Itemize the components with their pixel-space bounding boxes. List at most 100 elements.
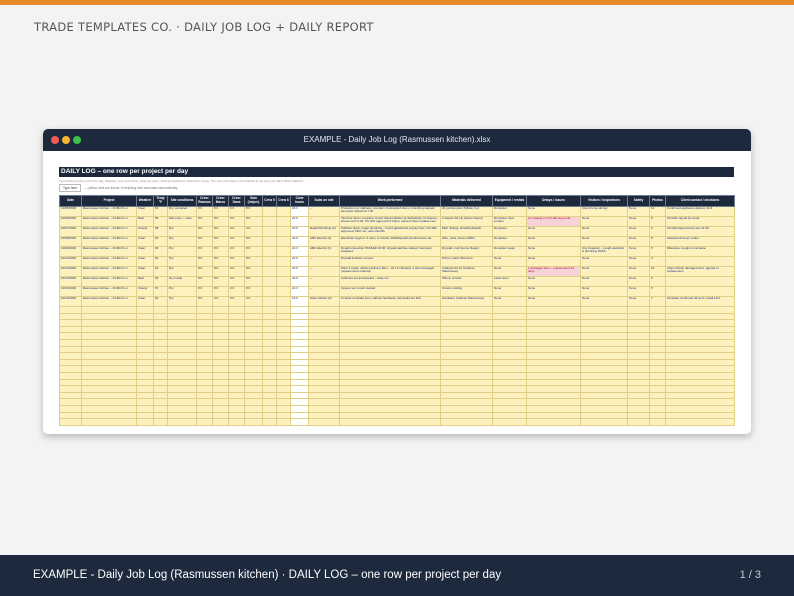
table-cell[interactable] bbox=[276, 398, 291, 406]
table-cell[interactable]: 8.0 bbox=[196, 246, 213, 257]
table-cell[interactable]: 8.0 bbox=[212, 266, 229, 277]
table-cell[interactable] bbox=[665, 332, 735, 340]
table-cell[interactable] bbox=[665, 352, 735, 360]
table-cell[interactable] bbox=[290, 398, 309, 406]
table-cell[interactable] bbox=[262, 266, 277, 277]
table-cell[interactable]: Cloudy bbox=[136, 286, 154, 297]
table-cell[interactable] bbox=[290, 404, 309, 413]
table-cell[interactable]: Rasmussen kitchen – 44 Birch Ln bbox=[81, 286, 137, 297]
table-cell[interactable] bbox=[244, 325, 263, 334]
table-cell[interactable] bbox=[526, 411, 581, 420]
table-cell[interactable] bbox=[212, 404, 229, 413]
table-cell[interactable] bbox=[492, 404, 527, 413]
table-cell[interactable] bbox=[153, 319, 168, 327]
table-cell[interactable]: None bbox=[580, 226, 628, 237]
table-cell[interactable]: 8.0 bbox=[244, 266, 263, 277]
table-cell[interactable] bbox=[665, 286, 735, 297]
table-cell[interactable] bbox=[492, 418, 527, 426]
table-cell[interactable] bbox=[339, 378, 441, 387]
table-cell[interactable]: None bbox=[627, 246, 650, 257]
table-cell[interactable]: 10/09/2026 bbox=[59, 246, 82, 257]
table-cell[interactable] bbox=[167, 365, 197, 373]
table-cell[interactable] bbox=[308, 338, 340, 347]
table-cell[interactable]: 8.0 bbox=[212, 256, 229, 267]
table-cell[interactable]: Clear bbox=[136, 266, 154, 277]
table-cell[interactable]: City inspector – rough electrical & plum… bbox=[580, 246, 628, 257]
table-cell[interactable] bbox=[290, 338, 309, 347]
table-cell[interactable]: Dry bbox=[167, 246, 197, 257]
table-cell[interactable]: 8.0 bbox=[244, 276, 263, 287]
table-cell[interactable] bbox=[440, 385, 493, 393]
table-cell[interactable] bbox=[228, 378, 245, 387]
table-cell[interactable]: ABC Electric (2) bbox=[308, 236, 340, 247]
table-cell[interactable] bbox=[580, 365, 628, 373]
table-cell[interactable]: None bbox=[627, 236, 650, 247]
table-cell[interactable] bbox=[59, 306, 82, 314]
table-cell[interactable] bbox=[665, 312, 735, 321]
table-cell[interactable]: 8.0 bbox=[212, 206, 229, 217]
table-cell[interactable]: 2 sheets 3/4 ply (Home Depot) bbox=[440, 216, 493, 227]
table-cell[interactable] bbox=[580, 358, 628, 367]
table-cell[interactable]: None bbox=[526, 236, 581, 247]
table-cell[interactable] bbox=[196, 398, 213, 406]
table-cell[interactable] bbox=[526, 325, 581, 334]
table-cell[interactable] bbox=[81, 306, 137, 314]
table-cell[interactable]: 64 bbox=[153, 296, 168, 307]
table-cell[interactable] bbox=[167, 319, 197, 327]
table-cell[interactable] bbox=[526, 385, 581, 393]
table-cell[interactable] bbox=[440, 352, 493, 360]
table-cell[interactable] bbox=[627, 391, 650, 400]
table-cell[interactable] bbox=[262, 378, 277, 387]
table-cell[interactable] bbox=[492, 378, 527, 387]
table-cell[interactable]: Stone Works (2) bbox=[308, 296, 340, 307]
table-cell[interactable] bbox=[649, 319, 666, 327]
table-cell[interactable] bbox=[196, 391, 213, 400]
table-cell[interactable] bbox=[492, 365, 527, 373]
table-cell[interactable] bbox=[440, 411, 493, 420]
table-cell[interactable] bbox=[627, 385, 650, 393]
table-cell[interactable] bbox=[290, 391, 309, 400]
column-header[interactable]: Client contact / decisions bbox=[665, 195, 735, 207]
table-cell[interactable] bbox=[492, 391, 527, 400]
table-cell[interactable] bbox=[59, 385, 82, 393]
table-cell[interactable] bbox=[276, 216, 291, 227]
table-cell[interactable]: Rasmussen kitchen – 44 Birch Ln bbox=[81, 216, 137, 227]
table-cell[interactable]: 55 bbox=[153, 216, 168, 227]
table-cell[interactable]: 24.0 bbox=[290, 216, 309, 227]
table-cell[interactable] bbox=[262, 256, 277, 267]
table-cell[interactable]: 16.0 bbox=[290, 296, 309, 307]
table-cell[interactable] bbox=[153, 411, 168, 420]
table-cell[interactable] bbox=[196, 306, 213, 314]
table-cell[interactable] bbox=[276, 296, 291, 307]
table-cell[interactable]: Rasmussen kitchen – 44 Birch Ln bbox=[81, 296, 137, 307]
table-cell[interactable] bbox=[212, 352, 229, 360]
table-cell[interactable] bbox=[276, 365, 291, 373]
table-cell[interactable] bbox=[580, 332, 628, 340]
table-cell[interactable] bbox=[290, 312, 309, 321]
table-cell[interactable] bbox=[308, 345, 340, 354]
table-cell[interactable]: 6 bbox=[649, 226, 666, 237]
column-header[interactable]: Date bbox=[59, 195, 82, 207]
table-cell[interactable] bbox=[59, 332, 82, 340]
table-cell[interactable] bbox=[649, 352, 666, 360]
table-cell[interactable] bbox=[228, 306, 245, 314]
table-cell[interactable]: 6 bbox=[649, 276, 666, 287]
table-cell[interactable]: Confirmed appliance delivery 11/4 bbox=[665, 206, 735, 217]
table-cell[interactable] bbox=[81, 312, 137, 321]
table-cell[interactable]: 0.0 bbox=[228, 206, 245, 217]
table-cell[interactable] bbox=[196, 385, 213, 393]
table-cell[interactable] bbox=[440, 332, 493, 340]
table-cell[interactable]: None bbox=[492, 266, 527, 277]
table-cell[interactable] bbox=[649, 332, 666, 340]
table-cell[interactable] bbox=[153, 418, 168, 426]
table-cell[interactable] bbox=[276, 206, 291, 217]
table-cell[interactable] bbox=[526, 332, 581, 340]
table-cell[interactable] bbox=[153, 385, 168, 393]
table-cell[interactable]: None bbox=[580, 286, 628, 297]
table-cell[interactable] bbox=[290, 385, 309, 393]
table-cell[interactable]: Crown molding bbox=[440, 286, 493, 297]
table-cell[interactable]: 8.0 bbox=[212, 286, 229, 297]
table-cell[interactable] bbox=[627, 345, 650, 354]
table-cell[interactable] bbox=[262, 286, 277, 297]
table-cell[interactable] bbox=[526, 358, 581, 367]
